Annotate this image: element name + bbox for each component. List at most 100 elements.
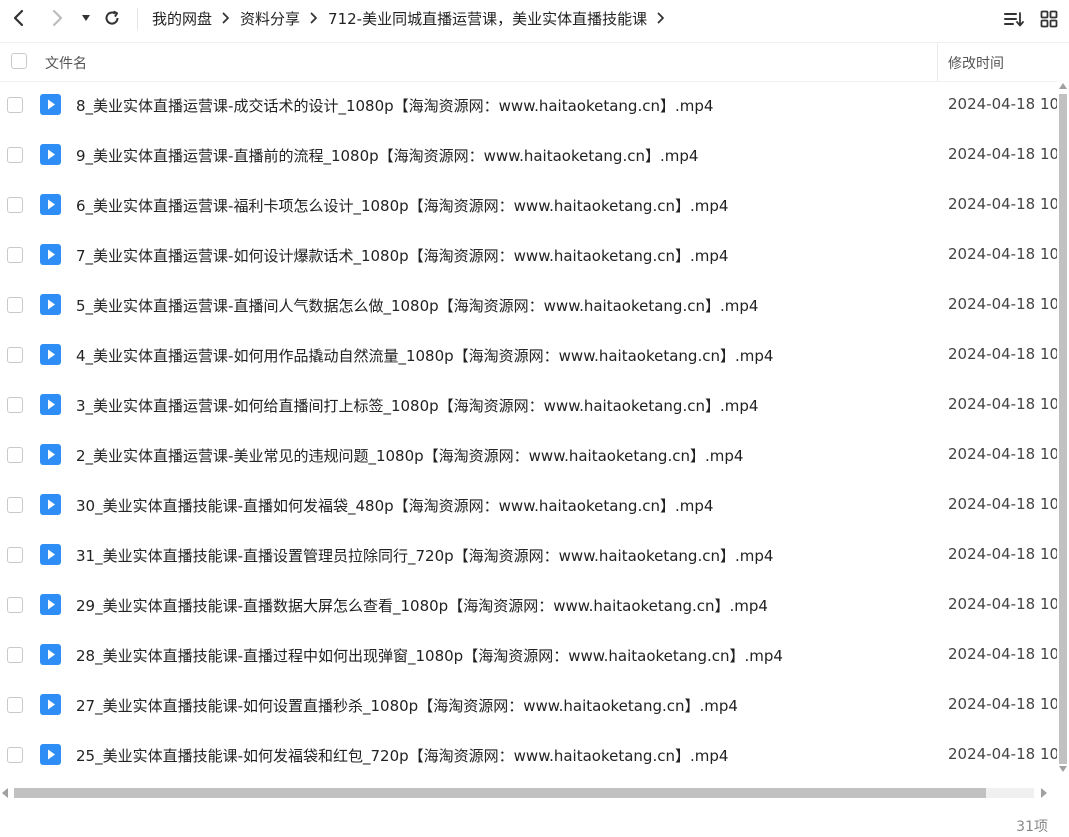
file-modified-time: 2024-04-18 10: <box>948 95 1057 113</box>
video-file-icon <box>40 744 61 765</box>
caret-down-icon <box>82 15 90 21</box>
video-file-icon <box>40 694 61 715</box>
video-file-icon <box>40 594 61 615</box>
file-name[interactable]: 27_美业实体直播技能课-如何设置直播秒杀_1080p【海淘资源网：www.ha… <box>76 695 738 716</box>
file-modified-time: 2024-04-18 10: <box>948 195 1057 213</box>
toolbar-divider <box>137 8 138 30</box>
column-header-time[interactable]: 修改时间 <box>948 53 1004 73</box>
chevron-right-icon <box>52 9 63 27</box>
file-name[interactable]: 9_美业实体直播运营课-直播前的流程_1080p【海淘资源网：www.haita… <box>76 145 698 166</box>
video-file-icon <box>40 344 61 365</box>
file-row[interactable]: 30_美业实体直播技能课-直播如何发福袋_480p【海淘资源网：www.hait… <box>0 480 1057 530</box>
row-checkbox[interactable] <box>7 447 23 463</box>
file-name[interactable]: 3_美业实体直播运营课-如何给直播间打上标签_1080p【海淘资源网：www.h… <box>76 395 758 416</box>
file-row[interactable]: 28_美业实体直播技能课-直播过程中如何出现弹窗_1080p【海淘资源网：www… <box>0 630 1057 680</box>
scroll-left-icon[interactable] <box>1 788 9 798</box>
file-name[interactable]: 8_美业实体直播运营课-成交话术的设计_1080p【海淘资源网：www.hait… <box>76 95 713 116</box>
refresh-icon <box>105 10 119 25</box>
file-name[interactable]: 25_美业实体直播技能课-如何发福袋和红包_720p【海淘资源网：www.hai… <box>76 745 728 766</box>
file-modified-time: 2024-04-18 10: <box>948 695 1057 713</box>
file-modified-time: 2024-04-18 10: <box>948 745 1057 763</box>
horizontal-scroll-thumb[interactable] <box>14 788 986 798</box>
chevron-left-icon <box>13 9 24 27</box>
file-modified-time: 2024-04-18 10: <box>948 145 1057 163</box>
file-row[interactable]: 25_美业实体直播技能课-如何发福袋和红包_720p【海淘资源网：www.hai… <box>0 730 1057 780</box>
file-name[interactable]: 31_美业实体直播技能课-直播设置管理员拉除同行_720p【海淘资源网：www.… <box>76 545 773 566</box>
file-row[interactable]: 4_美业实体直播运营课-如何用作品撬动自然流量_1080p【海淘资源网：www.… <box>0 330 1057 380</box>
file-row[interactable]: 2_美业实体直播运营课-美业常见的违规问题_1080p【海淘资源网：www.ha… <box>0 430 1057 480</box>
file-row[interactable]: 9_美业实体直播运营课-直播前的流程_1080p【海淘资源网：www.haita… <box>0 130 1057 180</box>
breadcrumb-item[interactable]: 我的网盘 <box>152 8 212 29</box>
grid-view-button[interactable] <box>1036 6 1062 32</box>
file-name[interactable]: 4_美业实体直播运营课-如何用作品撬动自然流量_1080p【海淘资源网：www.… <box>76 345 773 366</box>
vertical-scroll-thumb[interactable] <box>1059 94 1067 764</box>
column-header-name[interactable]: 文件名 <box>45 53 87 73</box>
row-checkbox[interactable] <box>7 147 23 163</box>
sort-button[interactable] <box>1001 6 1027 32</box>
grid-view-icon <box>1040 10 1058 28</box>
refresh-button[interactable] <box>102 0 122 36</box>
chevron-right-icon <box>222 12 230 24</box>
file-modified-time: 2024-04-18 10: <box>948 445 1057 463</box>
video-file-icon <box>40 244 61 265</box>
back-button[interactable] <box>8 0 30 36</box>
file-modified-time: 2024-04-18 10: <box>948 345 1057 363</box>
row-checkbox[interactable] <box>7 397 23 413</box>
row-checkbox[interactable] <box>7 197 23 213</box>
file-modified-time: 2024-04-18 10: <box>948 495 1057 513</box>
horizontal-scrollbar[interactable] <box>0 785 1057 801</box>
breadcrumb-item[interactable]: 资料分享 <box>240 8 300 29</box>
video-file-icon <box>40 494 61 515</box>
file-name[interactable]: 28_美业实体直播技能课-直播过程中如何出现弹窗_1080p【海淘资源网：www… <box>76 645 783 666</box>
sort-list-icon <box>1004 12 1024 27</box>
row-checkbox[interactable] <box>7 597 23 613</box>
video-file-icon <box>40 144 61 165</box>
row-checkbox[interactable] <box>7 547 23 563</box>
file-modified-time: 2024-04-18 10: <box>948 245 1057 263</box>
toolbar: 我的网盘 资料分享 712-美业同城直播运营课，美业实体直播技能课 <box>0 0 1069 38</box>
file-name[interactable]: 7_美业实体直播运营课-如何设计爆款话术_1080p【海淘资源网：www.hai… <box>76 245 728 266</box>
video-file-icon <box>40 444 61 465</box>
file-name[interactable]: 5_美业实体直播运营课-直播间人气数据怎么做_1080p【海淘资源网：www.h… <box>76 295 758 316</box>
file-row[interactable]: 31_美业实体直播技能课-直播设置管理员拉除同行_720p【海淘资源网：www.… <box>0 530 1057 580</box>
row-checkbox[interactable] <box>7 697 23 713</box>
file-row[interactable]: 8_美业实体直播运营课-成交话术的设计_1080p【海淘资源网：www.hait… <box>0 80 1057 130</box>
forward-button[interactable] <box>46 0 68 36</box>
file-name[interactable]: 2_美业实体直播运营课-美业常见的违规问题_1080p【海淘资源网：www.ha… <box>76 445 743 466</box>
scroll-up-icon[interactable] <box>1059 82 1067 90</box>
file-modified-time: 2024-04-18 10: <box>948 595 1057 613</box>
item-count: 31项 <box>1016 819 1048 835</box>
row-checkbox[interactable] <box>7 347 23 363</box>
file-modified-time: 2024-04-18 10: <box>948 645 1057 663</box>
file-row[interactable]: 5_美业实体直播运营课-直播间人气数据怎么做_1080p【海淘资源网：www.h… <box>0 280 1057 330</box>
breadcrumb-item[interactable]: 712-美业同城直播运营课，美业实体直播技能课 <box>328 8 647 29</box>
row-checkbox[interactable] <box>7 247 23 263</box>
file-list: 8_美业实体直播运营课-成交话术的设计_1080p【海淘资源网：www.hait… <box>0 80 1057 780</box>
file-row[interactable]: 27_美业实体直播技能课-如何设置直播秒杀_1080p【海淘资源网：www.ha… <box>0 680 1057 730</box>
file-modified-time: 2024-04-18 10: <box>948 395 1057 413</box>
chevron-right-icon <box>310 12 318 24</box>
file-row[interactable]: 29_美业实体直播技能课-直播数据大屏怎么查看_1080p【海淘资源网：www.… <box>0 580 1057 630</box>
vertical-scrollbar[interactable] <box>1057 80 1069 783</box>
file-row[interactable]: 3_美业实体直播运营课-如何给直播间打上标签_1080p【海淘资源网：www.h… <box>0 380 1057 430</box>
row-checkbox[interactable] <box>7 647 23 663</box>
row-checkbox[interactable] <box>7 97 23 113</box>
row-checkbox[interactable] <box>7 747 23 763</box>
select-all-checkbox[interactable] <box>11 53 27 69</box>
file-name[interactable]: 30_美业实体直播技能课-直播如何发福袋_480p【海淘资源网：www.hait… <box>76 495 713 516</box>
file-name[interactable]: 29_美业实体直播技能课-直播数据大屏怎么查看_1080p【海淘资源网：www.… <box>76 595 768 616</box>
scroll-down-icon[interactable] <box>1059 765 1067 773</box>
file-row[interactable]: 6_美业实体直播运营课-福利卡项怎么设计_1080p【海淘资源网：www.hai… <box>0 180 1057 230</box>
row-checkbox[interactable] <box>7 297 23 313</box>
video-file-icon <box>40 94 61 115</box>
file-name[interactable]: 6_美业实体直播运营课-福利卡项怎么设计_1080p【海淘资源网：www.hai… <box>76 195 728 216</box>
file-row[interactable]: 7_美业实体直播运营课-如何设计爆款话术_1080p【海淘资源网：www.hai… <box>0 230 1057 280</box>
row-checkbox[interactable] <box>7 497 23 513</box>
scroll-right-icon[interactable] <box>1040 788 1048 798</box>
file-list-header: 文件名 修改时间 <box>0 42 1069 82</box>
history-dropdown-button[interactable] <box>78 0 94 36</box>
column-divider[interactable] <box>937 43 938 81</box>
video-file-icon <box>40 644 61 665</box>
file-modified-time: 2024-04-18 10: <box>948 545 1057 563</box>
video-file-icon <box>40 194 61 215</box>
